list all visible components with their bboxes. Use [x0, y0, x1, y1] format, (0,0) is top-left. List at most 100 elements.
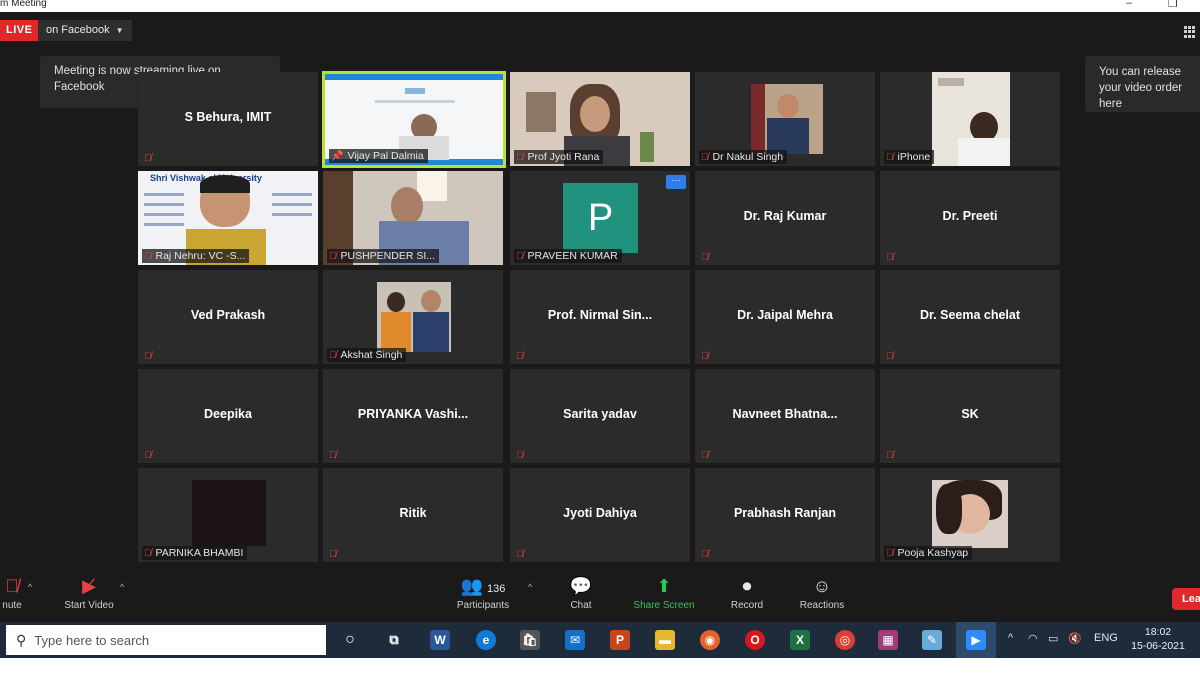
- mic-muted-icon: 🎙̸: [886, 548, 894, 559]
- mic-muted-icon: 🎙̸: [886, 252, 894, 263]
- video-options-caret-icon[interactable]: ^: [120, 582, 124, 592]
- firefox-icon[interactable]: ◉: [700, 630, 720, 650]
- participant-tile[interactable]: 🎙̸ Pooja Kashyap: [880, 468, 1060, 562]
- gallery-view-icon[interactable]: [1184, 26, 1196, 38]
- mic-muted-icon: 🎙̸: [144, 450, 152, 461]
- title-bar: m Meeting – ❐: [0, 0, 1200, 12]
- task-view-icon[interactable]: ⧉: [384, 630, 404, 650]
- share-screen-icon: ⬆: [656, 576, 672, 596]
- zoom-app-icon[interactable]: ▶: [966, 630, 986, 650]
- participant-label: 🎙̸ Akshat Singh: [327, 348, 407, 362]
- participant-tile[interactable]: PRIYANKA Vashi... 🎙̸: [323, 369, 503, 463]
- search-icon: ⚲: [16, 632, 27, 648]
- participants-icon: 👥 136: [460, 576, 506, 596]
- participant-tile[interactable]: Deepika 🎙̸: [138, 369, 318, 463]
- mic-muted-icon: 🎙̸: [144, 251, 152, 262]
- participant-tile[interactable]: 🎙̸ Prof Jyoti Rana: [510, 72, 690, 166]
- mic-muted-icon: 🎙̸: [516, 152, 524, 163]
- chat-button[interactable]: 💬 Chat: [566, 576, 596, 611]
- tray-expand-icon[interactable]: ^: [1008, 632, 1013, 644]
- winrar-icon[interactable]: ▦: [878, 630, 898, 650]
- share-screen-button[interactable]: ⬆ Share Screen: [628, 576, 700, 611]
- meeting-toolbar: 🎙̸ nute ^ ▶̸ Start Video ^ 👥 136 Particip…: [0, 570, 1200, 622]
- mic-muted-icon: 🎙̸: [329, 549, 337, 560]
- word-icon[interactable]: W: [430, 630, 450, 650]
- video-feed: [192, 480, 266, 546]
- chat-icon: 💬: [569, 576, 593, 596]
- participant-tile[interactable]: 🎙̸ Dr Nakul Singh: [695, 72, 875, 166]
- more-options-button[interactable]: ···: [666, 175, 686, 189]
- notepad-icon[interactable]: ✎: [922, 630, 942, 650]
- participant-tile[interactable]: Prof. Nirmal Sin... 🎙̸: [510, 270, 690, 364]
- mic-muted-icon: 🎙̸: [701, 351, 709, 362]
- mic-muted-icon: 🎙̸: [329, 251, 337, 262]
- participant-tile[interactable]: Shri Vishwak al University 🎙̸Raj Nehru: …: [138, 171, 318, 265]
- participant-tile[interactable]: SK 🎙̸: [880, 369, 1060, 463]
- participant-tile[interactable]: 🎙̸ Akshat Singh: [323, 270, 503, 364]
- mic-muted-icon: 🎙̸: [144, 351, 152, 362]
- participants-button[interactable]: 👥 136 Participants: [450, 576, 516, 611]
- participant-tile[interactable]: Navneet Bhatna... 🎙̸: [695, 369, 875, 463]
- participant-tile[interactable]: Sarita yadav 🎙̸: [510, 369, 690, 463]
- mic-muted-icon: 🎙̸: [329, 450, 337, 461]
- participant-tile[interactable]: Ritik 🎙̸: [323, 468, 503, 562]
- participant-tile[interactable]: Ved Prakash 🎙̸: [138, 270, 318, 364]
- participant-tile[interactable]: 🎙̸ iPhone: [880, 72, 1060, 166]
- participant-tile[interactable]: S Behura, IMIT 🎙̸: [138, 72, 318, 166]
- live-destination-dropdown[interactable]: on Facebook ▼: [38, 20, 132, 41]
- participant-tile[interactable]: Dr. Seema chelat 🎙̸: [880, 270, 1060, 364]
- mic-muted-icon: 🎙̸: [701, 252, 709, 263]
- participant-tile[interactable]: P ··· 🎙̸ PRAVEEN KUMAR: [510, 171, 690, 265]
- participant-tile-active[interactable]: 📌 Vijay Pal Dalmia: [322, 71, 506, 168]
- participant-label: 🎙̸ Pooja Kashyap: [884, 546, 973, 560]
- participants-caret-icon[interactable]: ^: [528, 582, 532, 592]
- clock-time: 18:02: [1144, 626, 1172, 638]
- reactions-button[interactable]: ☺ Reactions: [794, 576, 850, 611]
- taskbar-search-input[interactable]: ⚲ Type here to search: [6, 625, 326, 655]
- wifi-icon[interactable]: ◠: [1028, 632, 1038, 645]
- store-icon[interactable]: 🛍: [520, 630, 540, 650]
- edge-icon[interactable]: e: [476, 630, 496, 650]
- video-off-icon: ▶̸: [82, 576, 96, 596]
- start-video-button[interactable]: ▶̸ Start Video: [58, 576, 120, 611]
- battery-icon[interactable]: ▭: [1048, 632, 1058, 645]
- window-title: m Meeting: [0, 0, 47, 9]
- participant-tile[interactable]: Dr. Preeti 🎙̸: [880, 171, 1060, 265]
- minimize-icon[interactable]: –: [1126, 0, 1132, 9]
- leave-button[interactable]: Lea: [1172, 588, 1200, 610]
- mic-muted-icon: 🎙̸: [516, 351, 524, 362]
- participant-tile[interactable]: 🎙̸ PARNIKA BHAMBI: [138, 468, 318, 562]
- mic-muted-icon: 🎙̸: [886, 152, 894, 163]
- mute-button[interactable]: 🎙̸ nute: [0, 576, 30, 611]
- zoom-window: m Meeting – ❐ LIVE on Facebook ▼ Meeting …: [0, 0, 1200, 675]
- participant-tile[interactable]: Dr. Raj Kumar 🎙̸: [695, 171, 875, 265]
- powerpoint-icon[interactable]: P: [610, 630, 630, 650]
- mic-muted-icon: 🎙̸: [516, 251, 524, 262]
- file-explorer-icon[interactable]: ▬: [655, 630, 675, 650]
- participant-tile[interactable]: Prabhash Ranjan 🎙̸: [695, 468, 875, 562]
- record-button[interactable]: ⏺ Record: [726, 576, 768, 611]
- participant-name: Ritik: [399, 506, 427, 520]
- windows-taskbar: ⚲ Type here to search ○ ⧉ W e 🛍 ✉ P ▬ ◉ O…: [0, 622, 1200, 658]
- participant-tile[interactable]: 🎙̸ PUSHPENDER SI...: [323, 171, 503, 265]
- restore-icon[interactable]: ❐: [1168, 0, 1178, 10]
- participant-name: Ved Prakash: [190, 308, 266, 322]
- participant-label: 🎙̸ PUSHPENDER SI...: [327, 249, 440, 263]
- opera-icon[interactable]: O: [745, 630, 765, 650]
- mail-icon[interactable]: ✉: [565, 630, 585, 650]
- participant-label: 🎙̸ PARNIKA BHAMBI: [142, 546, 248, 560]
- participant-name: Navneet Bhatna...: [732, 407, 838, 421]
- participant-tile[interactable]: Jyoti Dahiya 🎙̸: [510, 468, 690, 562]
- participant-name: Dr. Preeti: [942, 209, 998, 223]
- audio-options-caret-icon[interactable]: ^: [28, 582, 32, 592]
- excel-icon[interactable]: X: [790, 630, 810, 650]
- mic-muted-icon: 🎙̸: [701, 152, 709, 163]
- taskbar-clock[interactable]: 18:02 15-06-2021: [1128, 625, 1188, 653]
- chrome-icon[interactable]: ◎: [835, 630, 855, 650]
- language-indicator[interactable]: ENG: [1094, 632, 1118, 644]
- live-destination-label: on Facebook: [46, 24, 110, 36]
- cortana-icon[interactable]: ○: [340, 630, 360, 650]
- speaker-muted-icon[interactable]: 🔇: [1068, 632, 1082, 645]
- participant-tile[interactable]: Dr. Jaipal Mehra 🎙̸: [695, 270, 875, 364]
- mic-muted-icon: 🎙̸: [144, 548, 152, 559]
